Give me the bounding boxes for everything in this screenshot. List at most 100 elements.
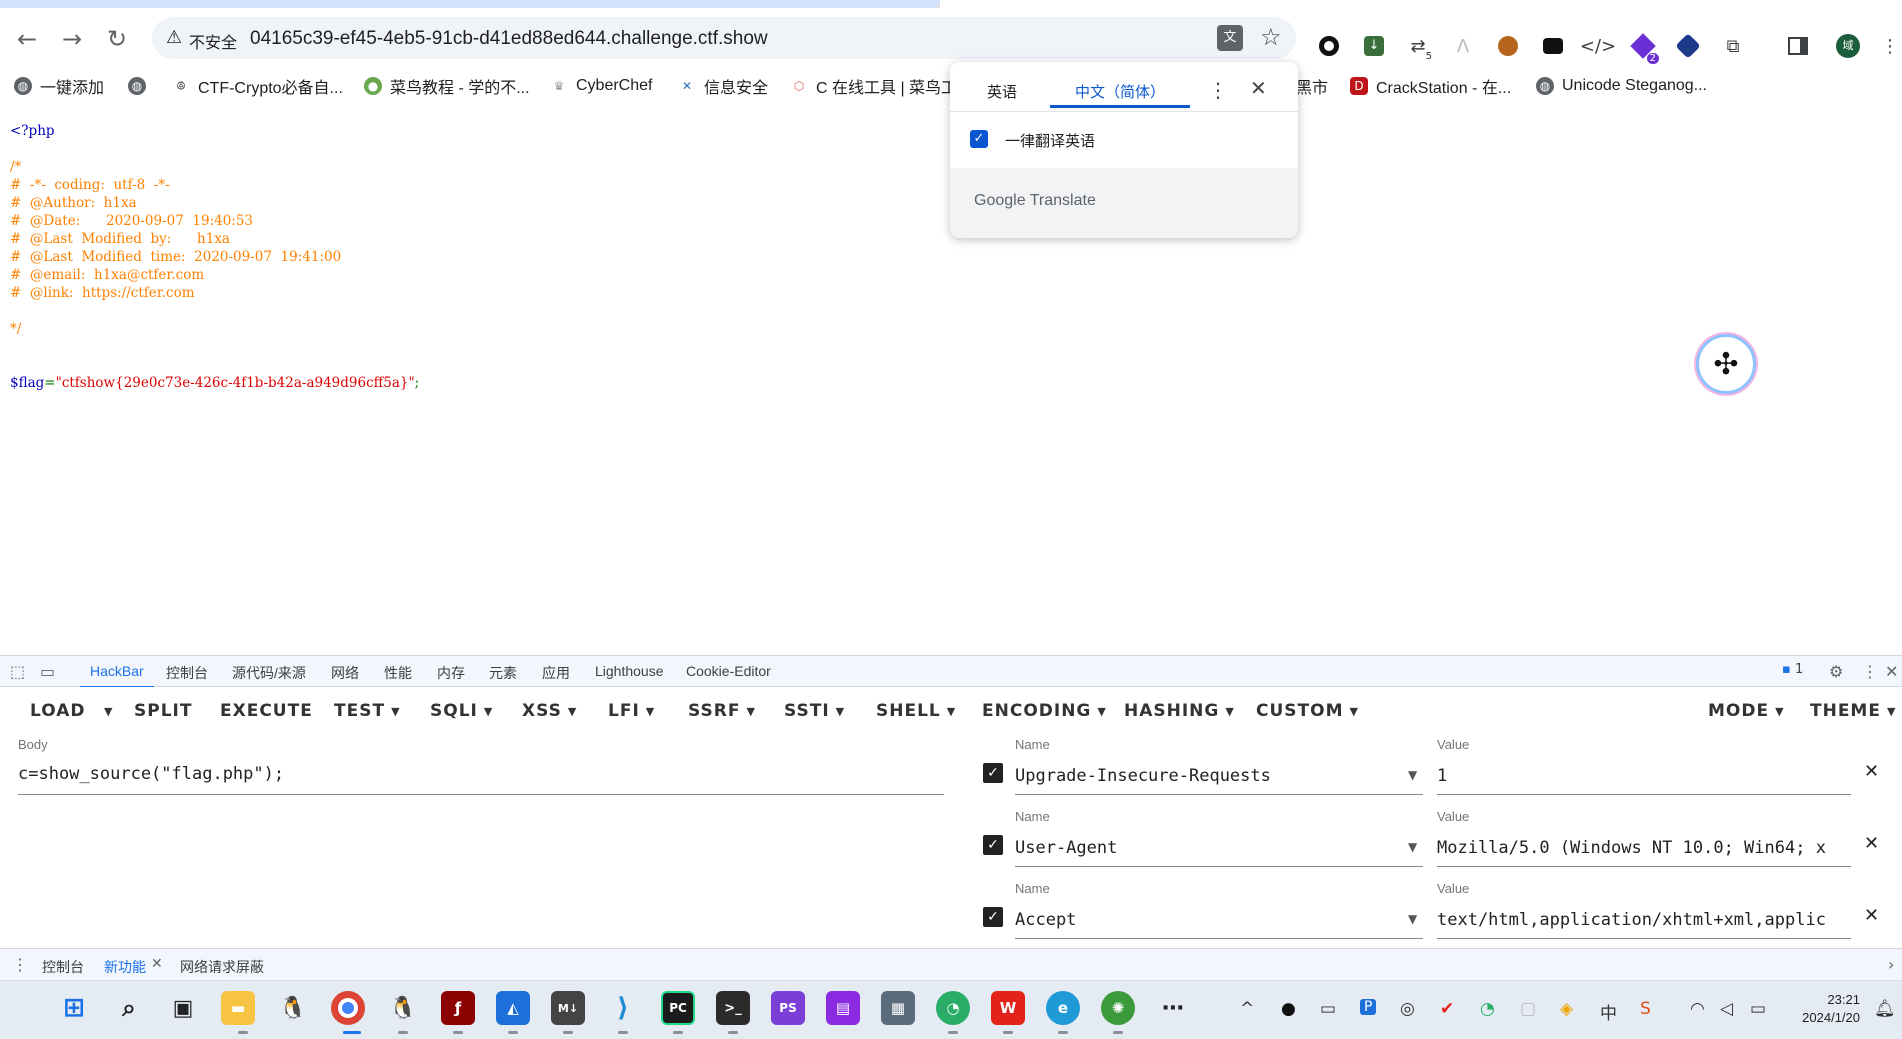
translate-icon[interactable]: 文	[1217, 25, 1243, 51]
bookmark-item[interactable]: 黑市	[1296, 74, 1328, 98]
calculator-icon[interactable]: ▦	[881, 991, 915, 1025]
custom-menu[interactable]: CUSTOM ▼	[1256, 701, 1359, 721]
header-name-dropdown-icon[interactable]: ▼	[1408, 768, 1417, 782]
extension-purple-icon[interactable]: 2	[1629, 32, 1659, 64]
tab-target-language[interactable]: 中文（简体）	[1050, 78, 1190, 108]
notification-bell-icon[interactable]: 🔔︎	[1874, 999, 1896, 1019]
tray-p-icon[interactable]: P	[1360, 999, 1377, 1015]
load-dropdown-icon[interactable]: ▼	[98, 701, 113, 721]
more-options-icon[interactable]: ⋮	[1208, 78, 1228, 102]
extension-download-icon[interactable]: ↓	[1360, 32, 1388, 60]
active-tab-edge[interactable]	[0, 0, 940, 8]
m4-app-icon[interactable]: M↓	[551, 991, 585, 1025]
always-translate-label[interactable]: 一律翻译英语	[1005, 130, 1095, 151]
header-enabled-checkbox[interactable]: ✓	[983, 835, 1003, 855]
bookmark-item[interactable]: D CrackStation - 在...	[1350, 74, 1511, 98]
hashing-menu[interactable]: HASHING ▼	[1124, 701, 1235, 721]
tab-lighthouse[interactable]: Lighthouse	[595, 663, 664, 679]
drawer-tab-request-blocking[interactable]: 网络请求屏蔽	[180, 957, 264, 977]
header-enabled-checkbox[interactable]: ✓	[983, 907, 1003, 927]
tab-elements[interactable]: 元素	[489, 663, 517, 683]
header-enabled-checkbox[interactable]: ✓	[983, 763, 1003, 783]
tab-network[interactable]: 网络	[331, 663, 359, 683]
header-value-input[interactable]: 1	[1437, 766, 1849, 786]
forward-arrow-icon[interactable]: →	[55, 22, 89, 56]
ssrf-menu[interactable]: SSRF ▼	[688, 701, 756, 721]
floating-assistant-icon[interactable]: ✣	[1696, 334, 1756, 394]
drawer-tab-whats-new[interactable]: 新功能	[104, 957, 146, 977]
tray-display-icon[interactable]: ▭	[1320, 999, 1336, 1019]
tray-ime-icon[interactable]: 中	[1600, 999, 1617, 1024]
system-clock[interactable]: 23:21 2024/1/20	[1776, 991, 1860, 1027]
tray-wechat-icon[interactable]: ◔	[1480, 999, 1495, 1019]
chrome-icon[interactable]	[331, 991, 365, 1025]
tray-app-icon[interactable]: ▢	[1520, 999, 1536, 1019]
qq-alt-icon[interactable]: 🐧	[386, 991, 420, 1025]
tab-application[interactable]: 应用	[542, 663, 570, 683]
phpstorm-icon[interactable]: PS	[771, 991, 805, 1025]
remove-header-icon[interactable]: ✕	[1864, 905, 1879, 926]
tray-qq-icon[interactable]: ●	[1281, 999, 1296, 1019]
qq-icon[interactable]: 🐧	[276, 991, 310, 1025]
tray-shield-icon[interactable]: ◈	[1560, 999, 1573, 1019]
device-toolbar-icon[interactable]: ▭	[40, 662, 55, 681]
remove-header-icon[interactable]: ✕	[1864, 761, 1879, 782]
address-bar[interactable]: ⚠ 不安全 04165c39-ef45-4eb5-91cb-d41ed88ed6…	[152, 17, 1296, 59]
extension-glasses-icon[interactable]	[1539, 32, 1567, 60]
load-button[interactable]: LOAD	[30, 701, 86, 721]
cookie-icon[interactable]	[1494, 32, 1522, 60]
wps-icon[interactable]: W	[991, 991, 1025, 1025]
header-name-input[interactable]: User-Agent	[1015, 838, 1395, 858]
tray-check-icon[interactable]: ✔	[1440, 999, 1454, 1019]
extensions-puzzle-icon[interactable]: ⧉	[1719, 32, 1747, 60]
tab-hackbar[interactable]: HackBar	[80, 663, 154, 688]
tab-cookie-editor[interactable]: Cookie-Editor	[686, 663, 771, 679]
drawer-tab-console[interactable]: 控制台	[42, 957, 84, 977]
inspect-element-icon[interactable]: ⬚	[10, 662, 25, 681]
more-apps-icon[interactable]: ⋯	[1156, 991, 1190, 1025]
terminal-icon[interactable]: >_	[716, 991, 750, 1025]
extension-switch-icon[interactable]: ⇄ 5	[1404, 32, 1432, 63]
network-tool-icon[interactable]: ✺	[1101, 991, 1135, 1025]
close-icon[interactable]: ✕	[1250, 76, 1267, 100]
security-label[interactable]: 不安全	[189, 29, 237, 53]
bookmark-item[interactable]: ꔮ CTF-Crypto必备自...	[172, 74, 343, 98]
url-text[interactable]: 04165c39-ef45-4eb5-91cb-d41ed88ed644.cha…	[250, 28, 768, 50]
battery-icon[interactable]: ▭	[1750, 999, 1766, 1019]
bookmark-item[interactable]: ◍	[128, 74, 154, 98]
settings-gear-icon[interactable]: ⚙	[1829, 662, 1843, 681]
execute-button[interactable]: EXECUTE	[220, 701, 313, 721]
filezilla-icon[interactable]: ƒ	[441, 991, 475, 1025]
extension-circle-icon[interactable]	[1315, 32, 1343, 60]
profile-avatar[interactable]: 域	[1834, 32, 1862, 60]
drawer-close-icon[interactable]: ›	[1888, 955, 1894, 974]
always-translate-checkbox[interactable]: ✓	[970, 130, 988, 148]
header-value-input[interactable]: text/html,application/xhtml+xml,applic	[1437, 910, 1849, 930]
header-name-input[interactable]: Upgrade-Insecure-Requests	[1015, 766, 1395, 786]
body-input[interactable]: c=show_source("flag.php");	[18, 764, 938, 784]
drawer-menu-icon[interactable]: ⋮	[12, 955, 28, 974]
bookmark-item[interactable]: ● 菜鸟教程 - 学的不...	[364, 74, 530, 98]
ssti-menu[interactable]: SSTI ▼	[784, 701, 845, 721]
reload-icon[interactable]: ↻	[100, 22, 134, 56]
wifi-icon[interactable]: ◠	[1690, 999, 1705, 1019]
mode-menu[interactable]: MODE ▼	[1708, 701, 1785, 721]
shell-menu[interactable]: SHELL ▼	[876, 701, 956, 721]
encoding-menu[interactable]: ENCODING ▼	[982, 701, 1107, 721]
bookmark-star-icon[interactable]: ☆	[1260, 23, 1282, 51]
warning-triangle-icon[interactable]: ⚠	[166, 27, 182, 48]
extension-hex-icon[interactable]	[1674, 32, 1702, 60]
test-menu[interactable]: TEST ▼	[334, 701, 401, 721]
tab-source-language[interactable]: 英语	[972, 78, 1032, 108]
winrar-icon[interactable]: ▤	[826, 991, 860, 1025]
devtools-menu-icon[interactable]: ⋮	[1862, 662, 1878, 681]
bookmark-item[interactable]: ◍ Unicode Steganog...	[1536, 74, 1707, 98]
bookmark-item[interactable]: ♛ CyberChef	[550, 74, 653, 98]
tab-console[interactable]: 控制台	[166, 663, 208, 683]
header-value-input[interactable]: Mozilla/5.0 (Windows NT 10.0; Win64; x	[1437, 838, 1849, 858]
side-panel-icon[interactable]	[1784, 32, 1812, 60]
tab-sources[interactable]: 源代码/来源	[232, 663, 306, 683]
bookmark-item[interactable]: ✕ 信息安全	[678, 74, 768, 98]
drawer-tab-close-icon[interactable]: ✕	[151, 956, 163, 972]
tray-sogou-icon[interactable]: S	[1640, 999, 1651, 1019]
